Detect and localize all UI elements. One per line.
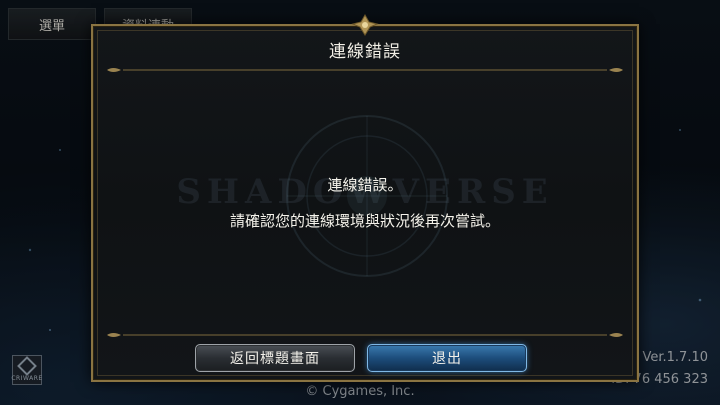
exit-button[interactable]: 退出 (367, 344, 527, 372)
error-message-line2: 請確認您的連線環境與狀況後再次嘗試。 (229, 212, 500, 230)
divider-bottom (107, 333, 623, 337)
connection-error-dialog: 連線錯誤 SHADOWVERSE 連線錯誤。 請確認您的連線環境與狀況後再次嘗試… (91, 14, 639, 382)
crest-ornament-icon (351, 14, 379, 36)
dialog-title: 連線錯誤 (329, 42, 401, 62)
return-to-title-button[interactable]: 返回標題畫面 (195, 344, 355, 372)
divider-top (107, 68, 623, 72)
error-message-line1: 連線錯誤。 (327, 176, 403, 194)
